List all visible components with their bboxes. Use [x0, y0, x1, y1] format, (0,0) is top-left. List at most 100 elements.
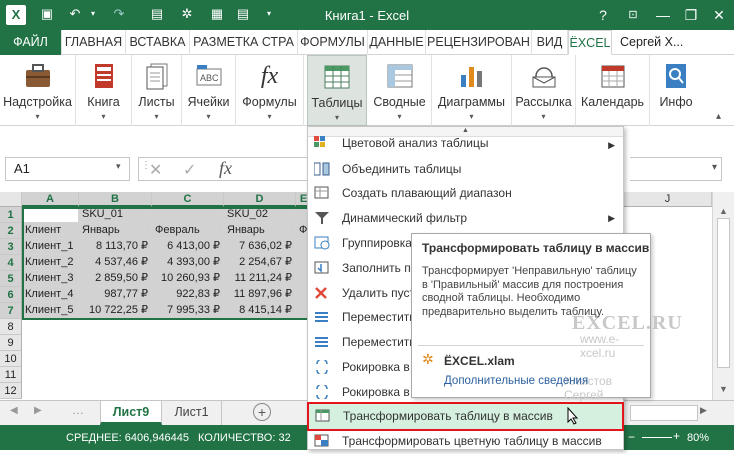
help-button[interactable]: ?: [588, 0, 618, 30]
collapse-ribbon-icon[interactable]: ▴: [716, 111, 721, 122]
ribbon-button-book[interactable]: Книга ▾: [76, 55, 132, 126]
cancel-icon[interactable]: ✕: [149, 160, 162, 180]
ribbon-button-addins[interactable]: Надстройка ▾: [0, 55, 76, 126]
column-header[interactable]: D: [224, 192, 296, 207]
cell[interactable]: 987,77 ₽: [79, 287, 152, 303]
row-header[interactable]: 7: [0, 303, 22, 319]
cell[interactable]: 7 636,02 ₽: [224, 239, 296, 255]
column-header[interactable]: J: [624, 192, 712, 207]
tab-insert[interactable]: ВСТАВКА: [126, 30, 190, 55]
row-header[interactable]: 11: [0, 367, 22, 383]
column-header[interactable]: C: [152, 192, 224, 207]
cell[interactable]: Клиент: [22, 223, 79, 239]
scroll-thumb[interactable]: [717, 218, 730, 368]
sheet-more-icon[interactable]: …: [72, 403, 84, 417]
restore-button[interactable]: ❐: [676, 0, 706, 30]
tab-review[interactable]: РЕЦЕНЗИРОВАН: [426, 30, 532, 55]
ribbon-button-info[interactable]: Инфо: [652, 55, 700, 126]
menu-item-transform-table[interactable]: Трансформировать таблицу в массив: [307, 402, 624, 431]
cell[interactable]: 7 995,33 ₽: [152, 303, 224, 319]
add-sheet-icon[interactable]: +: [253, 403, 271, 421]
hscroll-right-icon[interactable]: ▶: [700, 405, 707, 416]
menu-item-color-analysis[interactable]: Цветовой анализ таблицы ▶: [308, 133, 623, 153]
cell[interactable]: Клиент_1: [22, 239, 79, 255]
cell[interactable]: Клиент_4: [22, 287, 79, 303]
zoom-out-icon[interactable]: −: [628, 430, 635, 444]
column-header[interactable]: B: [79, 192, 152, 207]
ribbon-button-sheets[interactable]: Листы ▾: [132, 55, 182, 126]
horizontal-scrollbar[interactable]: [630, 405, 698, 421]
cell[interactable]: 11 897,96 ₽: [224, 287, 296, 303]
vertical-scrollbar[interactable]: ▲ ▼: [712, 192, 734, 400]
tab-formulas[interactable]: ФОРМУЛЫ: [298, 30, 368, 55]
ribbon-button-calendar[interactable]: Календарь: [576, 55, 650, 126]
cell[interactable]: 10 722,25 ₽: [79, 303, 152, 319]
row-header[interactable]: 1: [0, 207, 22, 223]
tab-data[interactable]: ДАННЫЕ: [368, 30, 426, 55]
row-header[interactable]: 5: [0, 271, 22, 287]
row-header[interactable]: 12: [0, 383, 22, 399]
minimize-button[interactable]: —: [648, 0, 678, 30]
ribbon-button-mailing[interactable]: Рассылка ▾: [512, 55, 576, 126]
cell[interactable]: 11 211,24 ₽: [224, 271, 296, 287]
ribbon-button-pivot[interactable]: Сводные ▾: [368, 55, 432, 126]
cell[interactable]: 10 260,93 ₽: [152, 271, 224, 287]
cell[interactable]: [22, 207, 79, 223]
menu-item-dynamic-filter[interactable]: Динамический фильтр ▶: [308, 206, 623, 231]
tooltip-more-link[interactable]: Дополнительные сведения: [444, 375, 588, 387]
row-header[interactable]: 10: [0, 351, 22, 367]
cell[interactable]: 8 113,70 ₽: [79, 239, 152, 255]
zoom-level[interactable]: 80%: [687, 432, 709, 444]
cell[interactable]: SKU_02: [224, 207, 296, 223]
cell[interactable]: 6 413,00 ₽: [152, 239, 224, 255]
scroll-down-icon[interactable]: ▼: [719, 384, 728, 394]
cell[interactable]: SKU_01: [79, 207, 152, 223]
select-all-corner[interactable]: [0, 192, 22, 207]
tab-home[interactable]: ГЛАВНАЯ: [62, 30, 126, 55]
sheet-tab[interactable]: Лист1: [162, 401, 222, 425]
cell[interactable]: Январь: [79, 223, 152, 239]
tab-file[interactable]: ФАЙЛ: [0, 30, 62, 55]
cell[interactable]: [152, 207, 224, 223]
ribbon-button-cells[interactable]: ABC Ячейки ▾: [182, 55, 236, 126]
zoom-slider[interactable]: [642, 437, 672, 438]
cell[interactable]: Клиент_3: [22, 271, 79, 287]
cell[interactable]: 2 859,50 ₽: [79, 271, 152, 287]
close-button[interactable]: ✕: [704, 0, 734, 30]
ribbon-button-formulas[interactable]: fx Формулы ▾: [236, 55, 304, 126]
row-header[interactable]: 9: [0, 335, 22, 351]
menu-item-floating-range[interactable]: Создать плавающий диапазон: [308, 181, 623, 206]
insert-function-icon[interactable]: fx: [219, 158, 232, 179]
formula-input[interactable]: [630, 157, 722, 181]
cell[interactable]: Клиент_5: [22, 303, 79, 319]
name-box-dropdown-icon[interactable]: ▾: [116, 161, 121, 172]
scroll-up-icon[interactable]: ▲: [719, 206, 728, 216]
cell[interactable]: Февраль: [152, 223, 224, 239]
ribbon-button-charts[interactable]: Диаграммы ▾: [432, 55, 512, 126]
expand-formula-bar-icon[interactable]: ▾: [712, 162, 717, 173]
row-header[interactable]: 4: [0, 255, 22, 271]
tab-page-layout[interactable]: РАЗМЕТКА СТРА: [190, 30, 298, 55]
zoom-in-icon[interactable]: +: [673, 429, 680, 443]
cell[interactable]: 2 254,67 ₽: [224, 255, 296, 271]
enter-icon[interactable]: ✓: [183, 160, 196, 180]
sheet-next-icon[interactable]: ▶: [34, 405, 42, 416]
row-header[interactable]: 2: [0, 223, 22, 239]
cell[interactable]: 4 537,46 ₽: [79, 255, 152, 271]
cell[interactable]: 922,83 ₽: [152, 287, 224, 303]
cell[interactable]: 4 393,00 ₽: [152, 255, 224, 271]
column-header[interactable]: A: [22, 192, 79, 207]
menu-item-merge-tables[interactable]: Объединить таблицы: [308, 157, 623, 182]
ribbon-button-tables[interactable]: Таблицы ▾: [307, 55, 367, 126]
tab-view[interactable]: ВИД: [532, 30, 568, 55]
row-header[interactable]: 3: [0, 239, 22, 255]
name-box[interactable]: A1: [5, 157, 130, 181]
row-header[interactable]: 8: [0, 319, 22, 335]
user-name[interactable]: Сергей Х...: [620, 35, 683, 49]
ribbon-display-options-icon[interactable]: ⊡: [618, 0, 648, 30]
sheet-tab-active[interactable]: Лист9: [100, 401, 162, 425]
cell[interactable]: Клиент_2: [22, 255, 79, 271]
cell[interactable]: 8 415,14 ₽: [224, 303, 296, 319]
cell[interactable]: Январь: [224, 223, 296, 239]
worksheet-grid[interactable]: A B C D E 1 2 3 4 5 6 7 8 9 10 11 12 SKU…: [0, 192, 312, 400]
